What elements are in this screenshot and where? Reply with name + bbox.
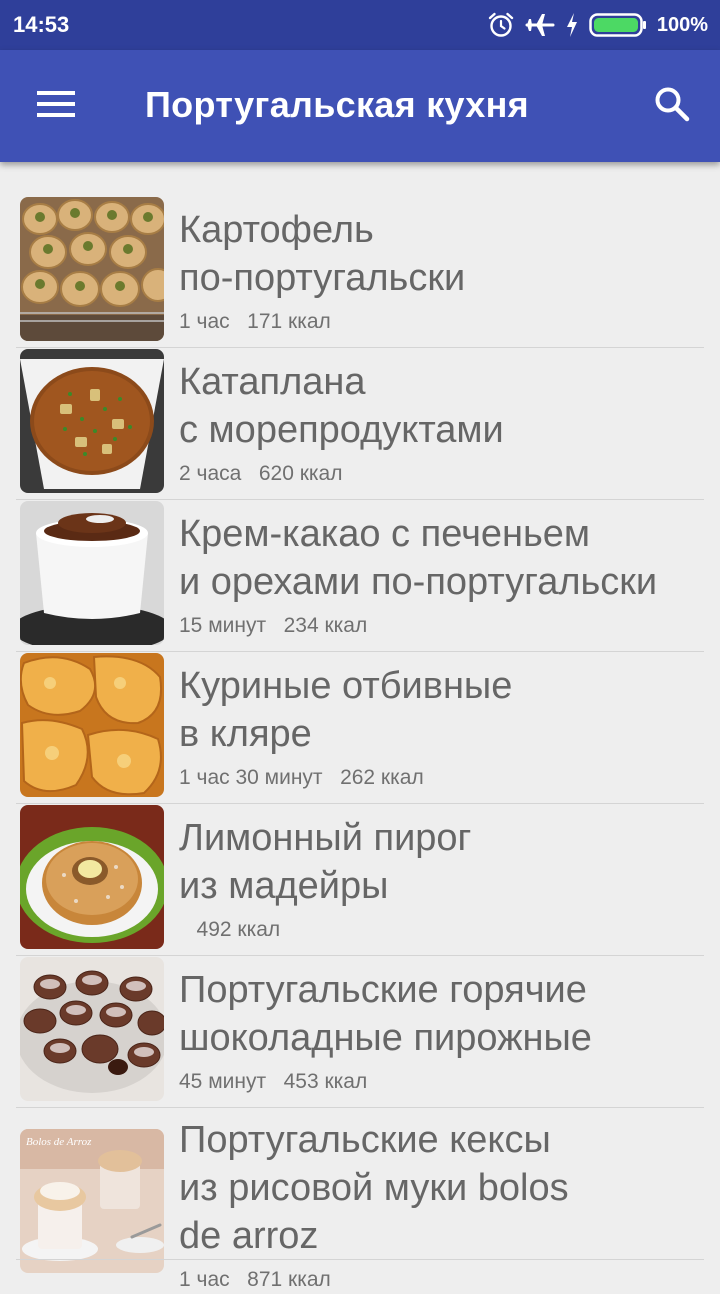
- recipe-kcal: 453 ккал: [283, 1070, 368, 1093]
- status-time: 14:53: [13, 12, 70, 37]
- recipe-meta: 1 час 171 ккал: [179, 308, 709, 336]
- search-button[interactable]: [640, 76, 704, 136]
- recipe-thumbnail: [20, 957, 164, 1101]
- recipe-title: Крем-какао с печеньем и орехами по-порту…: [179, 513, 658, 603]
- recipe-time: 45 минут: [179, 1070, 267, 1093]
- recipe-meta: 2 часа 620 ккал: [179, 460, 709, 488]
- recipe-time: 15 минут: [179, 614, 267, 637]
- recipe-meta: 45 минут 453 ккал: [179, 1068, 709, 1096]
- recipe-meta: 1 час 871 ккал: [179, 1266, 709, 1294]
- recipe-title: Португальские кексы из рисовой муки bolo…: [179, 1119, 569, 1257]
- recipe-title: Картофель по-португальски: [179, 209, 466, 299]
- recipe-kcal: 492 ккал: [196, 918, 281, 941]
- recipe-thumbnail: [20, 653, 164, 797]
- recipe-thumbnail: [20, 197, 164, 341]
- recipe-meta: 15 минут 234 ккал: [179, 612, 709, 640]
- charging-icon: [565, 12, 579, 38]
- recipe-item[interactable]: Картофель по-португальски 1 час 171 ккал: [0, 196, 720, 348]
- recipe-item[interactable]: Португальские горячие шоколадные пирожны…: [0, 956, 720, 1108]
- recipe-item[interactable]: Лимонный пирог из мадейры 492 ккал: [0, 804, 720, 956]
- status-bar: 14:53 100%: [0, 0, 720, 50]
- recipe-item[interactable]: Куриные отбивные в кляре 1 час 30 минут …: [0, 652, 720, 804]
- recipe-thumbnail: Bolos de Arroz: [20, 1129, 164, 1273]
- airplane-mode-icon: [525, 11, 555, 39]
- recipe-meta: 1 час 30 минут 262 ккал: [179, 764, 709, 792]
- recipe-text: Португальские горячие шоколадные пирожны…: [179, 966, 709, 1096]
- recipe-text: Катаплана с морепродуктами 2 часа 620 кк…: [179, 358, 709, 488]
- status-icons: 100%: [487, 8, 708, 42]
- recipe-kcal: 171 ккал: [247, 310, 331, 333]
- recipe-text: Картофель по-португальски 1 час 171 ккал: [179, 206, 709, 336]
- recipe-list: Картофель по-португальски 1 час 171 ккал: [0, 196, 720, 1291]
- recipe-text: Лимонный пирог из мадейры 492 ккал: [179, 814, 709, 944]
- battery-percentage: 100%: [656, 13, 708, 36]
- app-bar: Португальская кухня: [0, 50, 720, 162]
- recipe-title: Куриные отбивные в кляре: [179, 665, 513, 755]
- hamburger-menu-icon: [37, 90, 75, 123]
- page-title: Португальская кухня: [145, 84, 529, 125]
- alarm-icon: [487, 11, 515, 39]
- recipe-item[interactable]: Катаплана с морепродуктами 2 часа 620 кк…: [0, 348, 720, 500]
- recipe-text: Крем-какао с печеньем и орехами по-порту…: [179, 510, 709, 640]
- recipe-title: Катаплана с морепродуктами: [179, 361, 504, 451]
- recipe-time: 1 час 30 минут: [179, 766, 323, 789]
- recipe-kcal: 620 ккал: [258, 462, 343, 485]
- recipe-thumbnail: [20, 349, 164, 493]
- recipe-kcal: 234 ккал: [283, 614, 368, 637]
- recipe-title: Лимонный пирог из мадейры: [179, 817, 472, 907]
- recipe-title: Португальские горячие шоколадные пирожны…: [179, 969, 592, 1059]
- recipe-item[interactable]: Крем-какао с печеньем и орехами по-порту…: [0, 500, 720, 652]
- recipe-meta: 492 ккал: [179, 916, 709, 944]
- recipe-time: 1 час: [179, 310, 230, 333]
- recipe-time: 2 часа: [179, 462, 242, 485]
- recipe-text: Португальские кексы из рисовой муки bolo…: [179, 1116, 709, 1294]
- recipe-text: Куриные отбивные в кляре 1 час 30 минут …: [179, 662, 709, 792]
- recipe-thumbnail: [20, 805, 164, 949]
- recipe-thumbnail: [20, 501, 164, 645]
- recipe-kcal: 262 ккал: [340, 766, 424, 789]
- thumbnail-caption: Bolos de Arroz: [26, 1136, 92, 1148]
- search-icon: [654, 86, 690, 127]
- recipe-item[interactable]: Bolos de Arroz Португальские кексы из ри…: [0, 1108, 720, 1291]
- menu-button[interactable]: [24, 76, 88, 136]
- battery-icon: [589, 12, 647, 38]
